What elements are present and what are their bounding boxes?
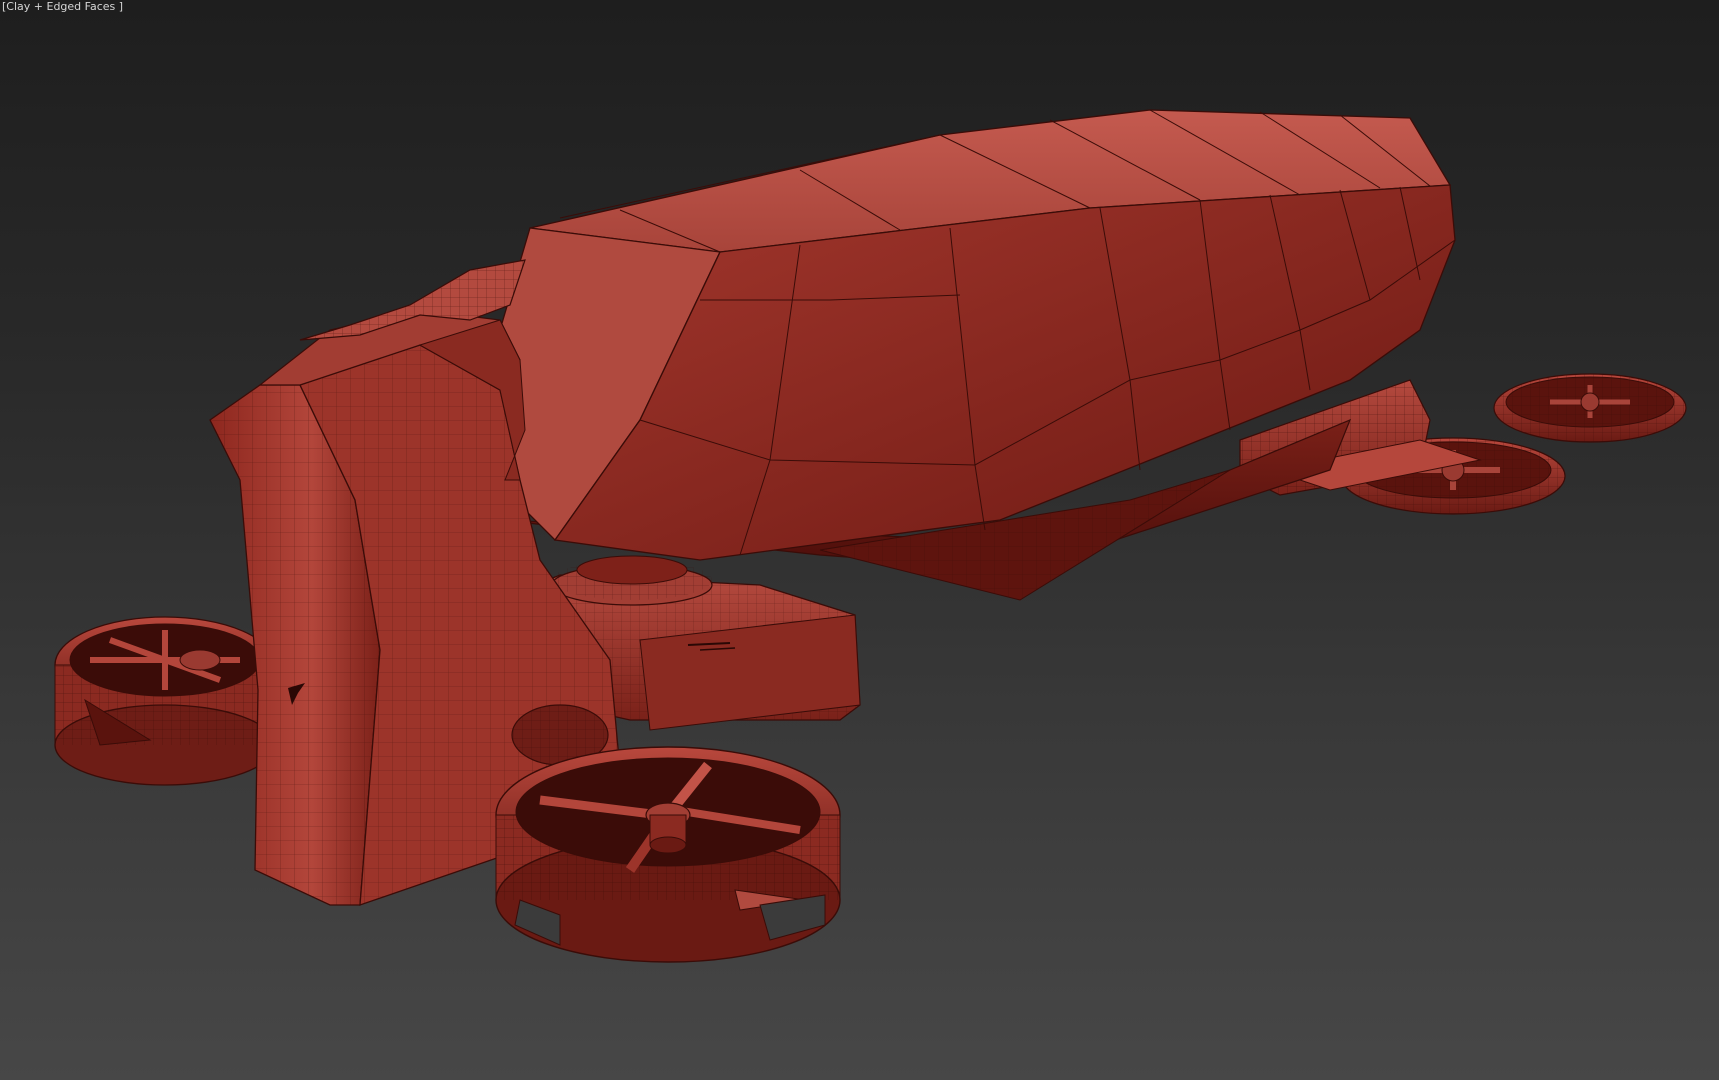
rotor-front-right[interactable] (495, 746, 841, 963)
rotor-front-left[interactable] (54, 616, 276, 786)
rotor-rear-right-far[interactable] (1493, 373, 1687, 443)
cabin-pod[interactable] (484, 109, 1456, 561)
drone-vehicle-mesh[interactable] (0, 0, 1719, 1080)
viewport-perspective[interactable]: [Clay + Edged Faces ] (0, 0, 1719, 1080)
